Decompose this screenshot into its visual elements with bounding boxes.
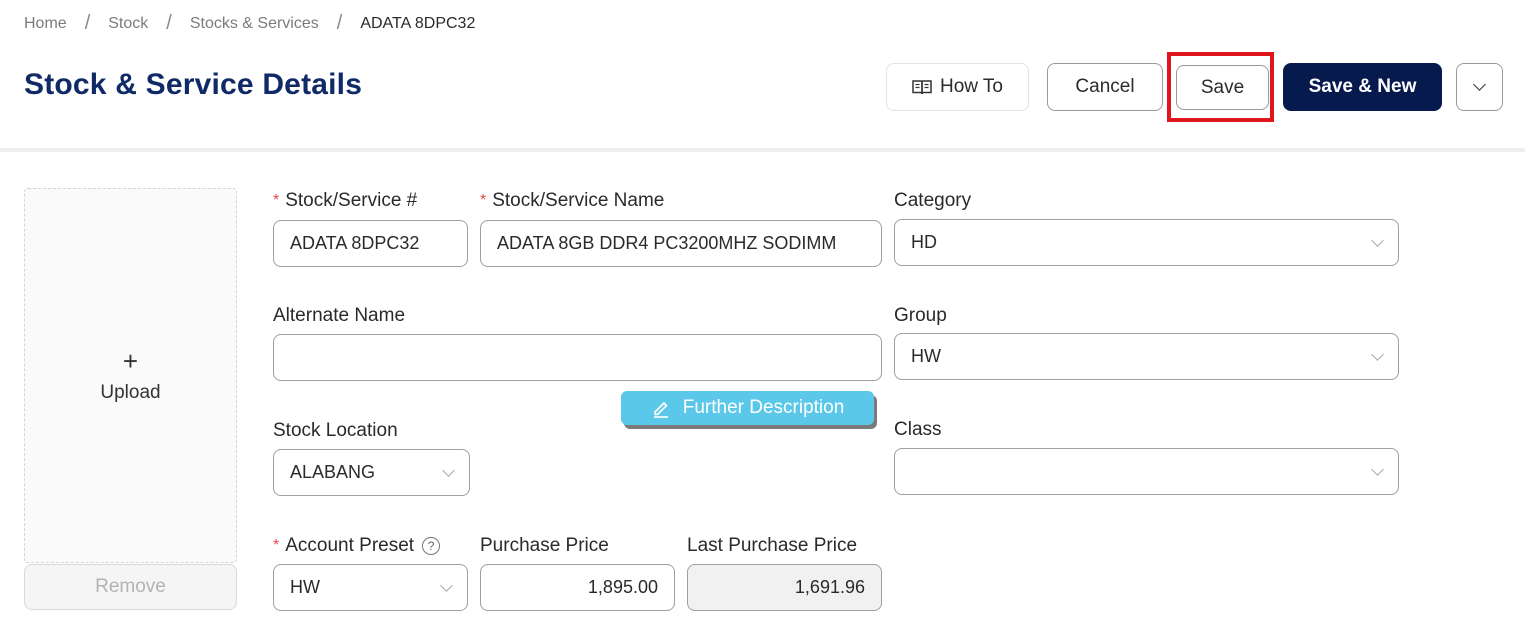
help-icon[interactable]: ? bbox=[422, 537, 441, 555]
upload-label: Upload bbox=[100, 381, 161, 403]
breadcrumb-separator: / bbox=[84, 12, 91, 34]
chevron-down-icon bbox=[440, 578, 453, 592]
last-purchase-price-field: 1,691.96 bbox=[687, 564, 882, 611]
breadcrumb: Home / Stock / Stocks & Services / ADATA… bbox=[24, 12, 475, 35]
alternate-name-input[interactable] bbox=[273, 334, 882, 381]
account-preset-select[interactable]: HW bbox=[273, 564, 468, 611]
account-preset-label: * Account Preset ? bbox=[273, 535, 441, 557]
save-button[interactable]: Save bbox=[1176, 65, 1269, 110]
last-purchase-price-value: 1,691.96 bbox=[794, 577, 865, 597]
image-upload-area[interactable]: + Upload bbox=[24, 188, 237, 563]
stock-number-input[interactable]: ADATA 8DPC32 bbox=[273, 220, 468, 267]
category-select[interactable]: HD bbox=[894, 219, 1399, 266]
category-value: HD bbox=[911, 232, 937, 252]
purchase-price-input[interactable]: 1,895.00 bbox=[480, 564, 675, 611]
required-asterisk: * bbox=[273, 192, 280, 209]
stock-number-label: * Stock/Service # bbox=[273, 190, 417, 212]
chevron-down-icon bbox=[442, 463, 455, 477]
book-icon bbox=[912, 80, 932, 95]
chevron-down-icon bbox=[1371, 233, 1384, 247]
how-to-label: How To bbox=[939, 76, 1003, 97]
chevron-down-icon bbox=[1473, 78, 1486, 91]
required-asterisk: * bbox=[480, 192, 487, 209]
stock-name-input[interactable]: ADATA 8GB DDR4 PC3200MHZ SODIMM bbox=[480, 220, 882, 267]
further-description-button[interactable]: Further Description bbox=[621, 391, 874, 425]
class-label: Class bbox=[894, 419, 942, 440]
group-label: Group bbox=[894, 305, 947, 326]
stock-number-value: ADATA 8DPC32 bbox=[290, 233, 420, 253]
breadcrumb-stocks-services[interactable]: Stocks & Services bbox=[190, 15, 319, 33]
breadcrumb-stock[interactable]: Stock bbox=[108, 15, 148, 33]
breadcrumb-current: ADATA 8DPC32 bbox=[360, 14, 476, 32]
remove-image-button: Remove bbox=[24, 564, 237, 610]
class-select[interactable] bbox=[894, 448, 1399, 495]
more-actions-button[interactable] bbox=[1456, 63, 1503, 111]
cancel-button[interactable]: Cancel bbox=[1047, 63, 1163, 111]
breadcrumb-separator: / bbox=[166, 12, 172, 34]
plus-icon: + bbox=[122, 345, 139, 376]
stock-location-select[interactable]: ALABANG bbox=[273, 449, 470, 496]
stock-location-value: ALABANG bbox=[290, 462, 376, 482]
header-divider bbox=[0, 148, 1525, 152]
account-preset-value: HW bbox=[290, 577, 320, 597]
stock-name-value: ADATA 8GB DDR4 PC3200MHZ SODIMM bbox=[497, 233, 837, 253]
breadcrumb-home[interactable]: Home bbox=[24, 15, 67, 33]
required-asterisk: * bbox=[273, 537, 280, 554]
chevron-down-icon bbox=[1371, 347, 1384, 361]
category-label: Category bbox=[894, 190, 972, 211]
how-to-button[interactable]: How To bbox=[886, 63, 1029, 111]
save-and-new-button[interactable]: Save & New bbox=[1283, 63, 1442, 111]
stock-number-label-text: Stock/Service # bbox=[285, 190, 418, 211]
pencil-icon bbox=[653, 402, 668, 418]
breadcrumb-separator: / bbox=[336, 12, 343, 34]
last-purchase-price-label: Last Purchase Price bbox=[687, 535, 858, 556]
purchase-price-value: 1,895.00 bbox=[587, 577, 658, 597]
group-select[interactable]: HW bbox=[894, 333, 1399, 380]
stock-location-label: Stock Location bbox=[273, 420, 398, 441]
alternate-name-label: Alternate Name bbox=[273, 305, 406, 326]
group-value: HW bbox=[911, 346, 941, 366]
page-title: Stock & Service Details bbox=[24, 68, 363, 101]
purchase-price-label: Purchase Price bbox=[480, 535, 609, 556]
stock-name-label: * Stock/Service Name bbox=[480, 190, 664, 212]
chevron-down-icon bbox=[1371, 462, 1384, 476]
account-preset-label-text: Account Preset bbox=[285, 535, 415, 556]
stock-name-label-text: Stock/Service Name bbox=[492, 190, 665, 211]
further-description-label: Further Description bbox=[682, 397, 845, 418]
